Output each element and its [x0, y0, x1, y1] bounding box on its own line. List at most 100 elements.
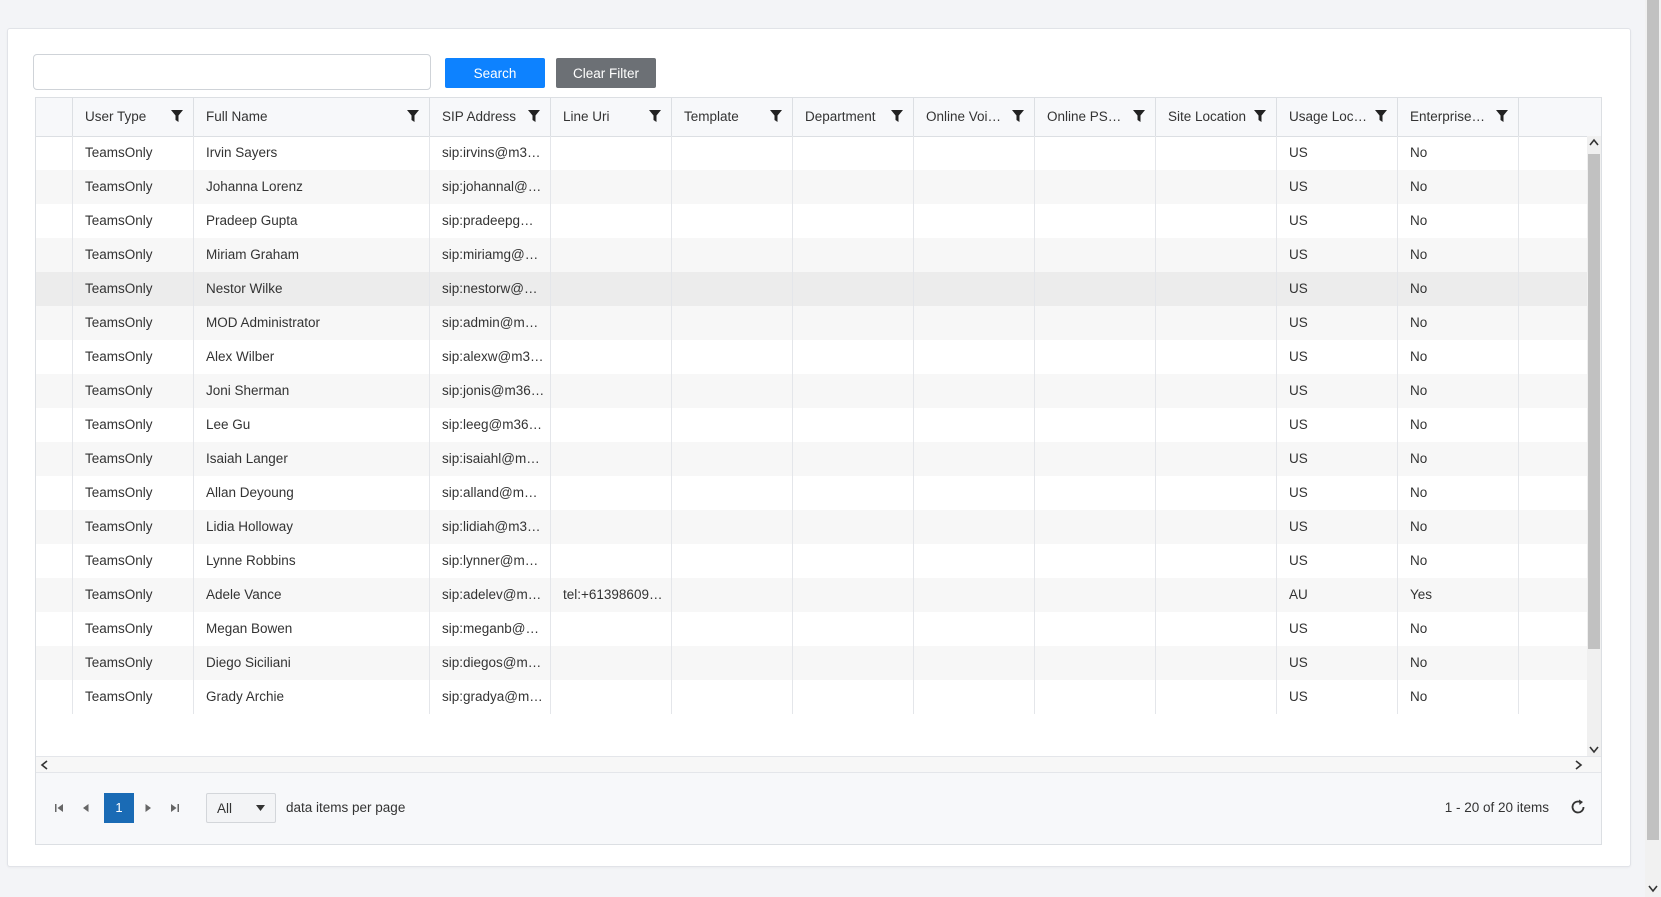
row-select-cell[interactable]	[36, 170, 73, 204]
first-page-icon[interactable]	[53, 802, 65, 814]
filter-icon[interactable]	[769, 109, 783, 123]
filter-icon[interactable]	[1495, 109, 1509, 123]
column-header[interactable]: Line Uri	[551, 98, 672, 136]
table-cell	[1035, 272, 1156, 306]
filter-icon[interactable]	[527, 109, 541, 123]
table-row[interactable]: TeamsOnly Irvin Sayers sip:irvins@m3… US No	[36, 136, 1587, 170]
table-cell: MOD Administrator	[194, 306, 430, 340]
table-cell	[793, 136, 914, 170]
next-page-icon[interactable]	[142, 802, 154, 814]
row-select-cell[interactable]	[36, 374, 73, 408]
row-select-cell[interactable]	[36, 136, 73, 170]
table-row[interactable]: TeamsOnly Miriam Graham sip:miriamg@… US No	[36, 238, 1587, 272]
table-cell: No	[1398, 204, 1519, 238]
table-cell: sip:miriamg@…	[430, 238, 551, 272]
row-select-cell[interactable]	[36, 510, 73, 544]
table-cell	[914, 510, 1035, 544]
row-select-cell[interactable]	[36, 544, 73, 578]
column-header[interactable]: SIP Address	[430, 98, 551, 136]
search-input[interactable]	[33, 54, 431, 90]
filter-icon[interactable]	[1374, 109, 1388, 123]
row-select-cell[interactable]	[36, 408, 73, 442]
column-header-label: Online Voic…	[926, 109, 1007, 124]
row-select-cell[interactable]	[36, 578, 73, 612]
row-select-cell[interactable]	[36, 612, 73, 646]
table-cell	[793, 476, 914, 510]
table-cell: Irvin Sayers	[194, 136, 430, 170]
table-cell	[914, 646, 1035, 680]
filter-icon[interactable]	[1132, 109, 1146, 123]
table-row[interactable]: TeamsOnly Pradeep Gupta sip:pradeepg… US No	[36, 204, 1587, 238]
filter-icon[interactable]	[170, 109, 184, 123]
column-header[interactable]: Online PST…	[1035, 98, 1156, 136]
filter-icon[interactable]	[406, 109, 420, 123]
table-cell	[672, 136, 793, 170]
page-scrollbar-thumb[interactable]	[1647, 0, 1659, 840]
table-cell: sip:gradya@m…	[430, 680, 551, 714]
table-cell: TeamsOnly	[73, 510, 194, 544]
table-cell: US	[1277, 544, 1398, 578]
table-row[interactable]: TeamsOnly Nestor Wilke sip:nestorw@… US No	[36, 272, 1587, 306]
table-row[interactable]: TeamsOnly Megan Bowen sip:meganb@… US No	[36, 612, 1587, 646]
scroll-right-icon[interactable]	[1575, 760, 1583, 770]
table-row[interactable]: TeamsOnly Lee Gu sip:leeg@m36… US No	[36, 408, 1587, 442]
page-vertical-scrollbar[interactable]	[1645, 0, 1661, 897]
table-cell: Megan Bowen	[194, 612, 430, 646]
column-header[interactable]: Full Name	[194, 98, 430, 136]
table-cell	[1156, 374, 1277, 408]
table-row[interactable]: TeamsOnly Grady Archie sip:gradya@m… US No	[36, 680, 1587, 714]
filter-icon[interactable]	[648, 109, 662, 123]
row-select-cell[interactable]	[36, 476, 73, 510]
page-size-select[interactable]: All	[206, 793, 276, 823]
column-header[interactable]: Template	[672, 98, 793, 136]
scroll-down-icon[interactable]	[1589, 746, 1599, 754]
scrollbar-thumb[interactable]	[1588, 154, 1600, 649]
table-cell: No	[1398, 136, 1519, 170]
table-row[interactable]: TeamsOnly MOD Administrator sip:admin@m… US…	[36, 306, 1587, 340]
column-header[interactable]: Department	[793, 98, 914, 136]
column-header[interactable]: Usage Loc…	[1277, 98, 1398, 136]
grid-horizontal-scrollbar[interactable]	[36, 756, 1601, 773]
table-row[interactable]: TeamsOnly Lidia Holloway sip:lidiah@m3… US N…	[36, 510, 1587, 544]
table-row[interactable]: TeamsOnly Johanna Lorenz sip:johannal@… US N…	[36, 170, 1587, 204]
column-header[interactable]: User Type	[73, 98, 194, 136]
refresh-icon[interactable]	[1569, 798, 1587, 816]
filter-icon[interactable]	[1253, 109, 1267, 123]
row-select-cell[interactable]	[36, 238, 73, 272]
current-page-button[interactable]: 1	[104, 793, 134, 823]
column-header[interactable]: Site Location	[1156, 98, 1277, 136]
column-header[interactable]: Online Voic…	[914, 98, 1035, 136]
table-cell: tel:+61398609…	[551, 578, 672, 612]
table-row[interactable]: TeamsOnly Isaiah Langer sip:isaiahl@m… US No	[36, 442, 1587, 476]
row-select-cell[interactable]	[36, 204, 73, 238]
table-cell	[1156, 306, 1277, 340]
row-select-cell[interactable]	[36, 646, 73, 680]
prev-page-icon[interactable]	[80, 802, 92, 814]
table-row[interactable]: TeamsOnly Diego Siciliani sip:diegos@m… US N…	[36, 646, 1587, 680]
column-header[interactable]: Enterprise…	[1398, 98, 1519, 136]
row-select-cell[interactable]	[36, 306, 73, 340]
row-select-cell[interactable]	[36, 442, 73, 476]
row-select-cell[interactable]	[36, 340, 73, 374]
clear-filter-button[interactable]: Clear Filter	[556, 58, 656, 88]
grid-vertical-scrollbar[interactable]	[1587, 136, 1601, 756]
table-row[interactable]: TeamsOnly Joni Sherman sip:jonis@m36… US No	[36, 374, 1587, 408]
search-button[interactable]: Search	[445, 58, 545, 88]
table-row[interactable]: TeamsOnly Lynne Robbins sip:lynner@m… US No	[36, 544, 1587, 578]
scroll-up-icon[interactable]	[1589, 138, 1599, 146]
table-cell	[1035, 340, 1156, 374]
table-row[interactable]: TeamsOnly Alex Wilber sip:alexw@m3… US No	[36, 340, 1587, 374]
scroll-left-icon[interactable]	[40, 760, 48, 770]
table-cell: No	[1398, 170, 1519, 204]
table-row[interactable]: TeamsOnly Adele Vance sip:adelev@m… tel:+61…	[36, 578, 1587, 612]
filter-icon[interactable]	[890, 109, 904, 123]
row-select-cell[interactable]	[36, 680, 73, 714]
page-scroll-down-icon[interactable]	[1648, 885, 1658, 893]
table-cell	[914, 408, 1035, 442]
filter-icon[interactable]	[1011, 109, 1025, 123]
table-row[interactable]: TeamsOnly Allan Deyoung sip:alland@m… US No	[36, 476, 1587, 510]
table-cell: US	[1277, 340, 1398, 374]
row-select-cell[interactable]	[36, 272, 73, 306]
table-cell: AU	[1277, 578, 1398, 612]
last-page-icon[interactable]	[169, 802, 181, 814]
